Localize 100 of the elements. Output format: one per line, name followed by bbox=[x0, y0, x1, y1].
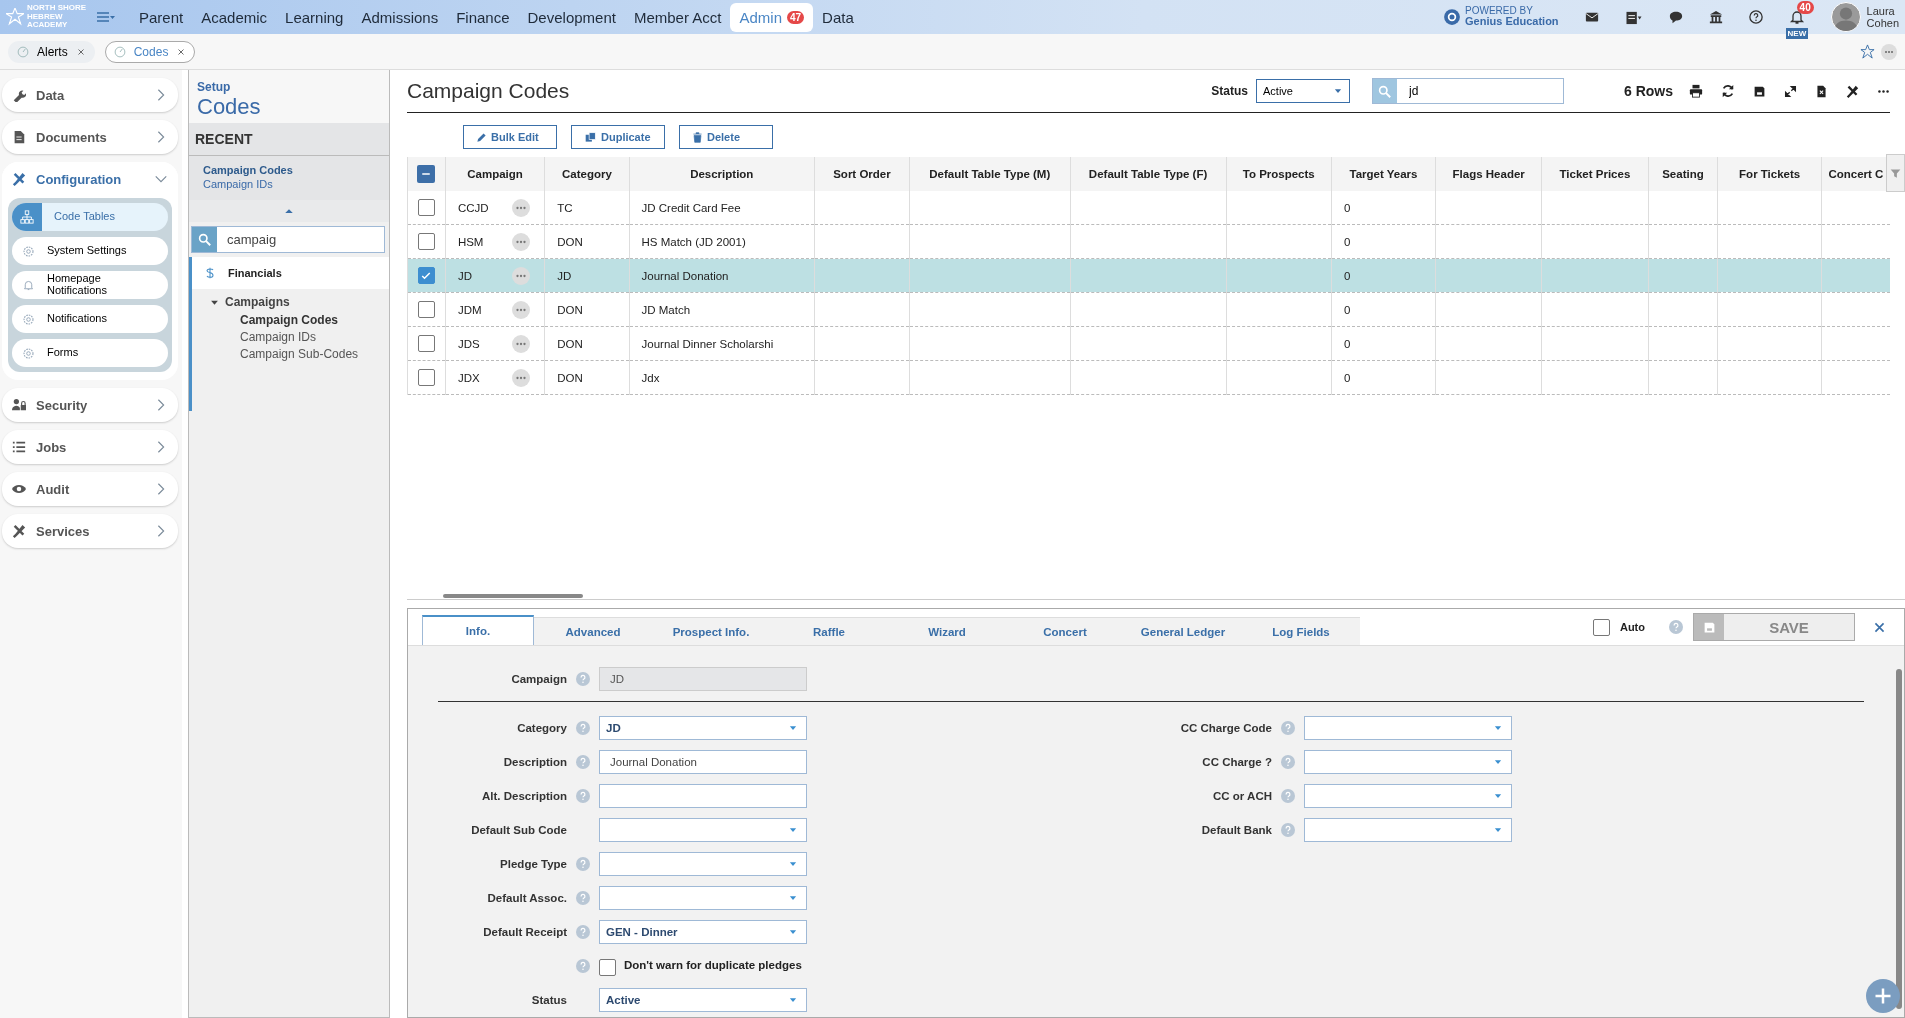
row-menu-button[interactable] bbox=[512, 232, 531, 251]
save-icon[interactable] bbox=[1753, 84, 1766, 98]
dropdown-field[interactable] bbox=[599, 886, 807, 910]
table-cell: 0 bbox=[1343, 235, 1351, 248]
help-circle-icon[interactable] bbox=[1748, 10, 1763, 24]
sidebar-item[interactable]: Jobs bbox=[2, 430, 178, 464]
sidebar-subitem[interactable]: System Settings bbox=[12, 237, 168, 265]
table-cell: Jdx bbox=[641, 371, 660, 384]
table-cell: JD bbox=[457, 269, 472, 282]
form-tab[interactable]: Prospect Info. bbox=[652, 617, 770, 645]
row-menu-button[interactable] bbox=[512, 368, 531, 387]
more-icon[interactable] bbox=[1881, 43, 1897, 60]
action-button[interactable]: Duplicate bbox=[571, 125, 665, 149]
export-icon[interactable] bbox=[1815, 84, 1828, 98]
dropdown-field[interactable] bbox=[1304, 818, 1512, 842]
bell-icon[interactable] bbox=[1788, 9, 1805, 25]
row-checkbox[interactable] bbox=[417, 267, 435, 284]
column-header[interactable]: Campaign bbox=[467, 168, 523, 180]
row-checkbox[interactable] bbox=[417, 335, 435, 352]
row-checkbox[interactable] bbox=[417, 369, 435, 386]
print-icon[interactable] bbox=[1689, 84, 1703, 98]
form-tab[interactable]: Wizard bbox=[888, 617, 1006, 645]
form-tab[interactable]: General Ledger bbox=[1124, 617, 1242, 645]
add-button[interactable] bbox=[1866, 979, 1900, 1013]
avatar[interactable] bbox=[1830, 2, 1861, 32]
sidebar-subitem[interactable]: Homepage Notifications bbox=[12, 271, 168, 299]
nav-tab[interactable]: Member Acct bbox=[624, 2, 731, 32]
close-icon bbox=[75, 46, 86, 57]
sidebar-item[interactable]: Audit bbox=[2, 472, 178, 506]
dropdown-field[interactable] bbox=[599, 852, 807, 876]
nav-tab[interactable]: Finance bbox=[447, 2, 519, 32]
row-menu-button[interactable] bbox=[512, 198, 531, 217]
gauge-icon bbox=[17, 45, 29, 58]
action-button[interactable]: Bulk Edit bbox=[463, 125, 557, 149]
nav-tab[interactable]: Parent bbox=[130, 2, 193, 32]
text-field[interactable]: Journal Donation bbox=[599, 750, 807, 774]
form-tab[interactable]: Raffle bbox=[770, 617, 888, 645]
search-field[interactable]: campaig bbox=[191, 226, 385, 253]
sidebar-item[interactable]: Security bbox=[2, 388, 178, 422]
table-cell: DON bbox=[557, 371, 583, 384]
dropdown-field[interactable]: Active bbox=[599, 988, 807, 1012]
auto-checkbox[interactable] bbox=[1592, 618, 1610, 636]
scrollbar[interactable] bbox=[443, 594, 583, 598]
sidebar-subitem[interactable]: Forms bbox=[12, 339, 168, 367]
sidebar-item[interactable]: Services bbox=[2, 514, 178, 548]
menu-button[interactable] bbox=[96, 10, 116, 24]
table-cell: JD bbox=[557, 269, 572, 282]
sidebar-item[interactable]: Documents bbox=[2, 120, 178, 154]
status-dropdown[interactable]: Active bbox=[1256, 79, 1350, 103]
text-field[interactable] bbox=[599, 784, 807, 808]
row-menu-button[interactable] bbox=[512, 334, 531, 353]
form-tab[interactable]: Info. bbox=[422, 615, 534, 645]
tree-item[interactable]: Campaign Codes bbox=[240, 313, 389, 327]
dropdown-field[interactable] bbox=[1304, 716, 1512, 740]
row-checkbox[interactable] bbox=[417, 301, 435, 318]
form-tab[interactable]: Concert bbox=[1006, 617, 1124, 645]
tree-item[interactable]: Campaign IDs bbox=[240, 330, 389, 344]
open-tab[interactable]: Alerts bbox=[8, 40, 95, 63]
action-button[interactable]: Delete bbox=[679, 125, 773, 149]
row-checkbox[interactable] bbox=[417, 233, 435, 250]
recent-link[interactable]: Campaign IDs bbox=[203, 178, 375, 190]
row-menu-button[interactable] bbox=[512, 266, 531, 285]
dropdown-field[interactable]: JD bbox=[599, 716, 807, 740]
tree-item[interactable]: Campaign Sub-Codes bbox=[240, 347, 389, 361]
nav-tab[interactable]: Academic bbox=[192, 2, 277, 32]
tree-node[interactable]: Campaigns bbox=[210, 295, 290, 309]
field-label: Campaign bbox=[510, 673, 567, 685]
nav-tab[interactable]: Admin 47 bbox=[730, 2, 814, 32]
help-icon bbox=[576, 789, 590, 803]
nav-tab[interactable]: Data bbox=[813, 2, 863, 32]
sidebar-item[interactable]: Data bbox=[2, 78, 178, 112]
building-icon[interactable] bbox=[1708, 10, 1723, 24]
mail-icon[interactable] bbox=[1584, 10, 1599, 24]
row-checkbox[interactable] bbox=[417, 199, 435, 216]
text-field[interactable]: JD bbox=[599, 667, 807, 691]
sidebar-subitem[interactable]: Code Tables bbox=[12, 203, 168, 231]
dropdown-field[interactable] bbox=[599, 818, 807, 842]
form-tab[interactable]: Log Fields bbox=[1242, 617, 1360, 645]
recent-link[interactable]: Campaign Codes bbox=[203, 164, 375, 176]
open-tab[interactable]: Codes bbox=[104, 40, 196, 63]
table-cell: DON bbox=[557, 337, 583, 350]
search-field[interactable]: jd bbox=[1372, 78, 1564, 104]
checkbox[interactable] bbox=[599, 958, 616, 976]
expand-icon[interactable] bbox=[1784, 84, 1797, 98]
refresh-icon[interactable] bbox=[1721, 84, 1735, 98]
scrollbar[interactable] bbox=[1896, 669, 1902, 1009]
chat-icon[interactable] bbox=[1668, 10, 1683, 24]
dropdown-field[interactable] bbox=[1304, 750, 1512, 774]
filter-button[interactable] bbox=[1886, 154, 1905, 192]
column-header[interactable]: Description bbox=[690, 168, 754, 180]
nav-tab[interactable]: Admissions bbox=[352, 2, 448, 32]
dropdown-field[interactable]: GEN - Dinner bbox=[599, 920, 807, 944]
nav-tab[interactable]: Learning bbox=[276, 2, 353, 32]
star-outline-icon[interactable] bbox=[1860, 44, 1875, 59]
sidebar-subitem[interactable]: Notifications bbox=[12, 305, 168, 333]
dropdown-field[interactable] bbox=[1304, 784, 1512, 808]
select-all-checkbox[interactable] bbox=[417, 165, 436, 183]
nav-tab[interactable]: Development bbox=[518, 2, 625, 32]
row-menu-button[interactable] bbox=[512, 300, 531, 319]
form-tab[interactable]: Advanced bbox=[534, 617, 652, 645]
